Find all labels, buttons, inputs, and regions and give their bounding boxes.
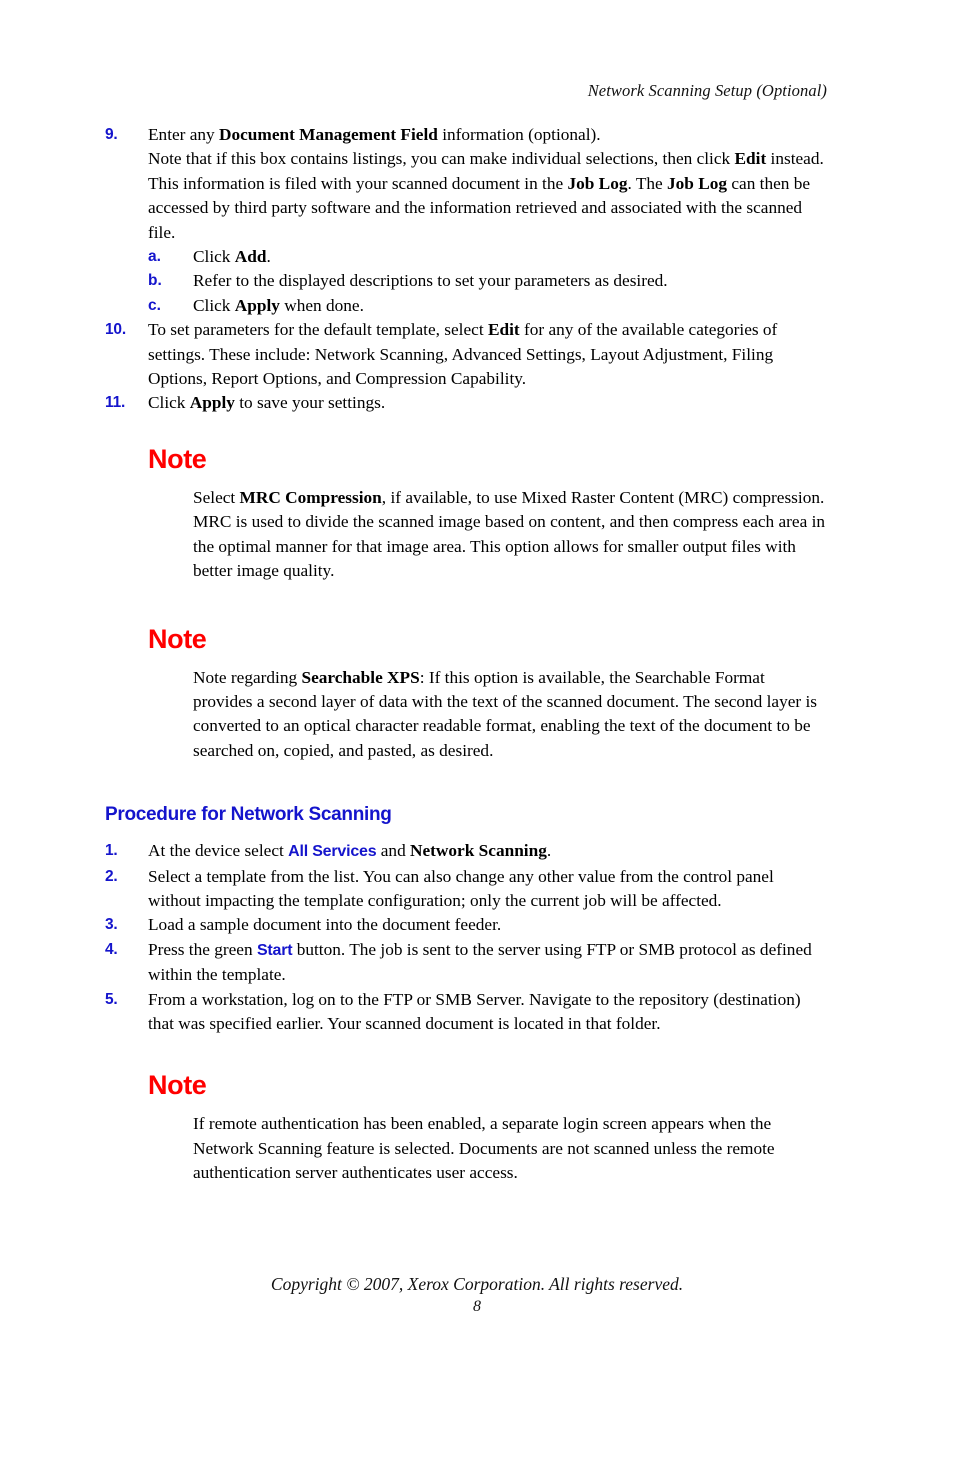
substep-c-pre: Click xyxy=(193,295,235,315)
list-item-proc-5: 5. From a workstation, log on to the FTP… xyxy=(105,988,827,1037)
substep-b-pre: Refer to the displayed descriptions to s… xyxy=(193,271,668,291)
running-header: Network Scanning Setup (Optional) xyxy=(587,81,827,100)
note-block-searchable-xps: Note Note regarding Searchable XPS: If t… xyxy=(105,624,827,764)
step-9-text-c: information (optional). xyxy=(437,125,601,144)
note-body-remote-authentication: If remote authentication has been enable… xyxy=(193,1114,775,1183)
substep-number-c: c. xyxy=(148,296,161,314)
note-body-mrc-compression: Select MRC Compression, if available, to… xyxy=(193,486,827,584)
step-9-bold-job-log-1: Job Log xyxy=(567,173,628,193)
list-item-step-9c: c. Click Apply when done. xyxy=(148,294,827,318)
step-9-sublist: a. Click Add. b. Refer to the displayed … xyxy=(148,245,827,318)
step-9-line-1: Enter any Document Management Field info… xyxy=(148,123,827,147)
substep-b-body: Refer to the displayed descriptions to s… xyxy=(193,269,827,293)
step-number-11: 11. xyxy=(105,394,126,412)
note-block-mrc-compression: Note Select MRC Compression, if availabl… xyxy=(105,444,827,584)
proc1-ui-all-services: All Services xyxy=(288,843,377,861)
note2-bold-searchable-xps: Searchable XPS xyxy=(301,667,420,687)
list-item-proc-2: 2. Select a template from the list. You … xyxy=(105,865,827,914)
substep-c-body: Click Apply when done. xyxy=(193,294,827,318)
page-number: 8 xyxy=(473,1298,481,1315)
proc-step-number-3: 3. xyxy=(105,916,118,934)
step-9-bold-document-management-field: Document Management Field xyxy=(219,125,438,144)
step-10-body: To set parameters for the default templa… xyxy=(148,318,827,391)
page-footer: Copyright © 2007, Xerox Corporation. All… xyxy=(0,1272,954,1318)
step-11-post: to save your settings. xyxy=(234,393,386,413)
note-body-searchable-xps: Note regarding Searchable XPS: If this o… xyxy=(193,666,827,764)
substep-a-post: . xyxy=(266,247,271,267)
proc-step-4-body: Press the green Start button. The job is… xyxy=(148,938,827,988)
note-block-remote-authentication: Note If remote authentication has been e… xyxy=(105,1070,827,1185)
proc1-bold-network-scanning: Network Scanning xyxy=(410,841,547,861)
substep-a-pre: Click xyxy=(193,247,235,267)
proc1-mid: and xyxy=(376,841,411,861)
list-item-proc-1: 1. At the device select All Services and… xyxy=(105,839,827,864)
note1-bold-mrc-compression: MRC Compression xyxy=(239,487,382,507)
step-9-body: Enter any Document Management Field info… xyxy=(148,123,827,318)
proc-step-number-4: 4. xyxy=(105,940,118,958)
step-11-pre: Click xyxy=(148,393,190,413)
note-heading: Note xyxy=(148,1070,207,1101)
step-10-pre: To set parameters for the default templa… xyxy=(148,320,488,340)
proc1-post: . xyxy=(546,841,552,861)
list-item-step-9: 9. Enter any Document Management Field i… xyxy=(105,123,827,318)
note-heading: Note xyxy=(148,623,207,654)
page-content: 9. Enter any Document Management Field i… xyxy=(105,123,827,1186)
note1-pre: Select xyxy=(193,487,240,507)
step-9-line-2: Note that if this box contains listings,… xyxy=(148,147,827,245)
proc-step-number-5: 5. xyxy=(105,990,118,1008)
list-item-step-9a: a. Click Add. xyxy=(148,245,827,269)
document-page: Network Scanning Setup (Optional) 9. Ent… xyxy=(0,0,954,1475)
substep-number-a: a. xyxy=(148,248,161,266)
proc-step-number-2: 2. xyxy=(105,867,118,885)
proc-step-3-body: Load a sample document into the document… xyxy=(148,915,502,935)
substep-c-bold-apply: Apply xyxy=(234,295,280,315)
list-item-proc-3: 3. Load a sample document into the docum… xyxy=(105,913,827,937)
proc-step-5-body: From a workstation, log on to the FTP or… xyxy=(148,989,801,1033)
proc4-pre: Press the green xyxy=(148,939,257,959)
step-9-text-d: Note that if this box contains listings,… xyxy=(148,149,735,169)
proc-step-1-body: At the device select All Services and Ne… xyxy=(148,839,827,864)
proc4-ui-start: Start xyxy=(256,941,293,959)
note-heading: Note xyxy=(148,443,207,474)
proc-step-2-body: Select a template from the list. You can… xyxy=(148,866,774,910)
list-item-proc-4: 4. Press the green Start button. The job… xyxy=(105,938,827,988)
substep-number-b: b. xyxy=(148,272,162,290)
step-number-9: 9. xyxy=(105,126,118,143)
step-9-text-f: . The xyxy=(627,173,668,193)
note2-pre: Note regarding xyxy=(193,667,302,687)
page-title-procedure: Procedure for Network Scanning xyxy=(105,804,392,826)
step-9-bold-job-log-2: Job Log xyxy=(667,173,728,193)
list-item-step-9b: b. Refer to the displayed descriptions t… xyxy=(148,269,827,293)
step-11-body: Click Apply to save your settings. xyxy=(148,391,827,415)
substep-a-bold-add: Add xyxy=(234,247,267,267)
step-number-10: 10. xyxy=(105,321,126,339)
substep-a-body: Click Add. xyxy=(193,245,827,269)
list-item-step-10: 10. To set parameters for the default te… xyxy=(105,318,827,391)
proc-step-number-1: 1. xyxy=(105,842,118,860)
step-10-bold-edit: Edit xyxy=(487,320,520,340)
step-9-bold-edit: Edit xyxy=(734,149,767,169)
substep-c-post: when done. xyxy=(279,295,364,315)
step-9-text-a: Enter any xyxy=(148,125,220,144)
list-item-step-11: 11. Click Apply to save your settings. xyxy=(105,391,827,415)
step-11-bold-apply: Apply xyxy=(189,393,235,413)
copyright-notice: Copyright © 2007, Xerox Corporation. All… xyxy=(270,1274,684,1294)
proc1-pre: At the device select xyxy=(148,841,289,861)
